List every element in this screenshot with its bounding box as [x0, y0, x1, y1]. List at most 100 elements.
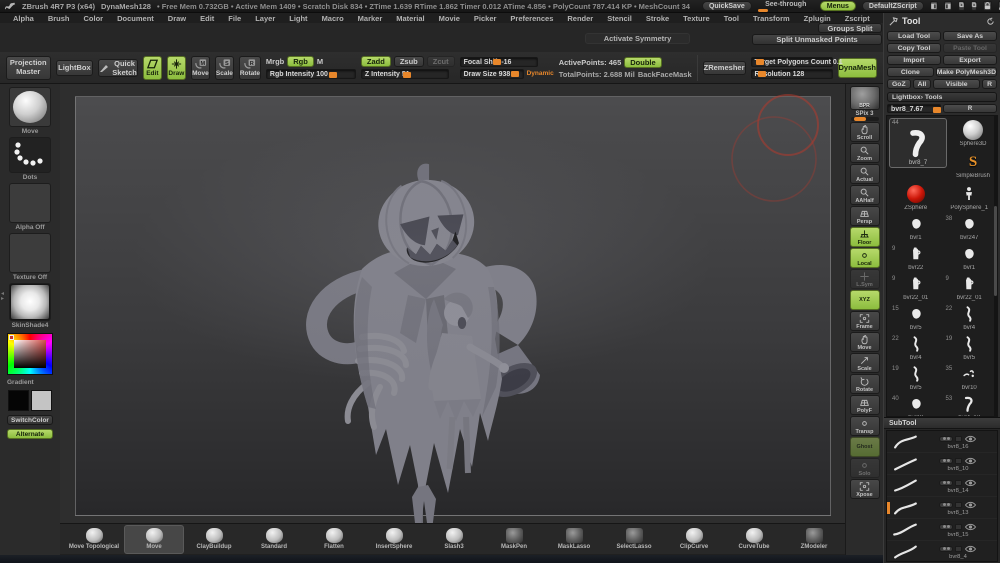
tool-thumb-bvr1[interactable] [904, 213, 928, 235]
subtool-paint-icon[interactable] [955, 458, 962, 464]
shelf-scroll-arrows[interactable]: ◂▸ [1, 292, 4, 302]
menu-color[interactable]: Color [77, 14, 111, 23]
right-shelf-bpr-button[interactable]: BPR [850, 86, 880, 110]
subtool-shader-icons[interactable] [939, 436, 953, 442]
tray-brush-clipcurve[interactable]: ClipCurve [664, 525, 724, 554]
lightbox-tools-bar[interactable]: Lightbox› Tools [887, 92, 997, 102]
tool-thumb-simplebrush[interactable]: S [961, 151, 985, 173]
secondary-color-swatch[interactable] [31, 390, 52, 411]
reset-palette-icon[interactable] [986, 17, 995, 26]
tool-thumb-bvr10[interactable] [904, 393, 928, 415]
tool-item-bvr22-01[interactable]: 9bvr22_01 [889, 272, 943, 302]
tool-thumb-sphere3d[interactable] [961, 119, 985, 141]
current-material-item[interactable]: SkinShade4 [9, 283, 51, 329]
right-shelf-actual-button[interactable]: Actual [850, 164, 880, 184]
menu-zscript[interactable]: Zscript [838, 14, 877, 23]
move-mode-button[interactable]: M Move [191, 56, 210, 80]
tool-item-bvr1[interactable]: bvr1 [943, 242, 997, 272]
tray-brush-insertsphere[interactable]: InsertSphere [364, 525, 424, 554]
document-area[interactable] [75, 96, 831, 516]
goz-button[interactable]: GoZ [887, 79, 911, 89]
zcut-toggle[interactable]: Zcut [427, 56, 455, 67]
menu-transform[interactable]: Transform [746, 14, 797, 23]
menu-stencil[interactable]: Stencil [600, 14, 639, 23]
tool-item-zsphere[interactable]: ZSphere [889, 182, 943, 212]
right-shelf-rotate-button[interactable]: Rotate [850, 374, 880, 394]
current-alpha-item[interactable]: Alpha Off [9, 183, 51, 231]
right-shelf-move-button[interactable]: Move [850, 332, 880, 352]
quicksave-button[interactable]: QuickSave [702, 1, 752, 11]
color-saturation-square[interactable] [14, 340, 46, 368]
draw-mode-button[interactable]: Draw [167, 56, 186, 80]
tool-item-bvr247[interactable]: 38bvr247 [943, 212, 997, 242]
tray-brush-maskpen[interactable]: MaskPen [484, 525, 544, 554]
menus-toggle-button[interactable]: Menus [820, 1, 856, 11]
tool-thumb-bvr22-01[interactable] [904, 273, 928, 295]
tool-item-polysphere-1[interactable]: PolySphere_1 [943, 182, 997, 212]
rotate-mode-button[interactable]: R Rotate [239, 56, 261, 80]
rgb-intensity-slider[interactable]: Rgb Intensity 100 [266, 69, 356, 79]
subtool-header[interactable]: SubTool [884, 418, 1000, 429]
see-through-track[interactable] [758, 9, 814, 12]
tool-item-bvr4-12[interactable]: 53bvr4_12 [943, 392, 997, 417]
tool-thumb-zsphere[interactable] [904, 183, 928, 205]
right-shelf-scale-button[interactable]: Scale [850, 353, 880, 373]
z-intensity-slider[interactable]: Z Intensity 51 [361, 69, 449, 79]
right-shelf-ghost-button[interactable]: Ghost [850, 437, 880, 457]
activate-symmetry-button[interactable]: Activate Symmetry [585, 33, 690, 44]
menu-tool[interactable]: Tool [717, 14, 746, 23]
import-button[interactable]: Import [887, 55, 941, 65]
paste-doc-icon[interactable]: ⧉ [971, 1, 978, 11]
scale-mode-button[interactable]: S Scale [215, 56, 234, 80]
zadd-toggle[interactable]: Zadd [361, 56, 391, 67]
tray-brush-zmodeler[interactable]: ZModeler [784, 525, 844, 554]
visible-button[interactable]: Visible [933, 79, 980, 89]
lock-icon[interactable] [983, 1, 992, 11]
tool-thumb-bvr4-12[interactable] [957, 393, 981, 415]
subtool-paint-icon[interactable] [955, 546, 962, 552]
tray-brush-flatten[interactable]: Flatten [304, 525, 364, 554]
subtool-row-bvr8-4[interactable]: bvr8_4 [887, 541, 997, 562]
menu-file[interactable]: File [221, 14, 248, 23]
all-button[interactable]: All [913, 79, 932, 89]
tool-item-bvr1[interactable]: bvr1 [889, 212, 943, 242]
menu-material[interactable]: Material [389, 14, 431, 23]
double-toggle[interactable]: Double [624, 57, 661, 68]
menu-document[interactable]: Document [110, 14, 161, 23]
copy-tool-button[interactable]: Copy Tool [887, 43, 941, 53]
subtool-shader-icons[interactable] [939, 480, 953, 486]
menu-preferences[interactable]: Preferences [503, 14, 560, 23]
tray-brush-claybuildup[interactable]: ClayBuildup [184, 525, 244, 554]
subtool-shader-icons[interactable] [939, 502, 953, 508]
subtool-paint-icon[interactable] [955, 502, 962, 508]
menu-brush[interactable]: Brush [41, 14, 77, 23]
tool-item-bvr10[interactable]: 40bvr10 [889, 392, 943, 417]
copy-doc-icon[interactable]: ⧉ [958, 1, 965, 11]
current-stroke-item[interactable]: Dots [9, 137, 51, 181]
tool-item-bvr5[interactable]: 15bvr5 [889, 302, 943, 332]
tool-item-bvr5[interactable]: 19bvr5 [889, 362, 943, 392]
see-through-slider[interactable]: See-through [758, 1, 814, 12]
subtool-paint-icon[interactable] [955, 480, 962, 486]
tray-brush-masklasso[interactable]: MaskLasso [544, 525, 604, 554]
r-button[interactable]: R [982, 79, 997, 89]
menu-edit[interactable]: Edit [193, 14, 221, 23]
zremesher-button[interactable]: ZRemesher [703, 61, 746, 75]
current-brush-item[interactable]: Move [9, 87, 51, 135]
tool-thumb-bvr247[interactable] [957, 213, 981, 235]
sculpt-canvas[interactable]: Move TopologicalMoveClayBuildupStandardF… [60, 84, 845, 563]
tray-brush-move[interactable]: Move [124, 525, 184, 554]
mrgb-toggle[interactable]: Mrgb [266, 57, 284, 66]
current-texture-item[interactable]: Texture Off [9, 233, 51, 281]
menu-layer[interactable]: Layer [248, 14, 282, 23]
save-as-button[interactable]: Save As [943, 31, 997, 41]
subtool-row-bvr8-10[interactable]: bvr8_10 [887, 453, 997, 475]
menu-macro[interactable]: Macro [315, 14, 351, 23]
brush-thumb[interactable] [9, 87, 51, 127]
tray-brush-slash3[interactable]: Slash3 [424, 525, 484, 554]
material-thumb[interactable] [9, 283, 51, 321]
groups-split-button[interactable]: Groups Split [818, 23, 882, 33]
tray-brush-selectlasso[interactable]: SelectLasso [604, 525, 664, 554]
tool-slider-r-button[interactable]: R [943, 104, 997, 113]
menu-alpha[interactable]: Alpha [6, 14, 41, 23]
